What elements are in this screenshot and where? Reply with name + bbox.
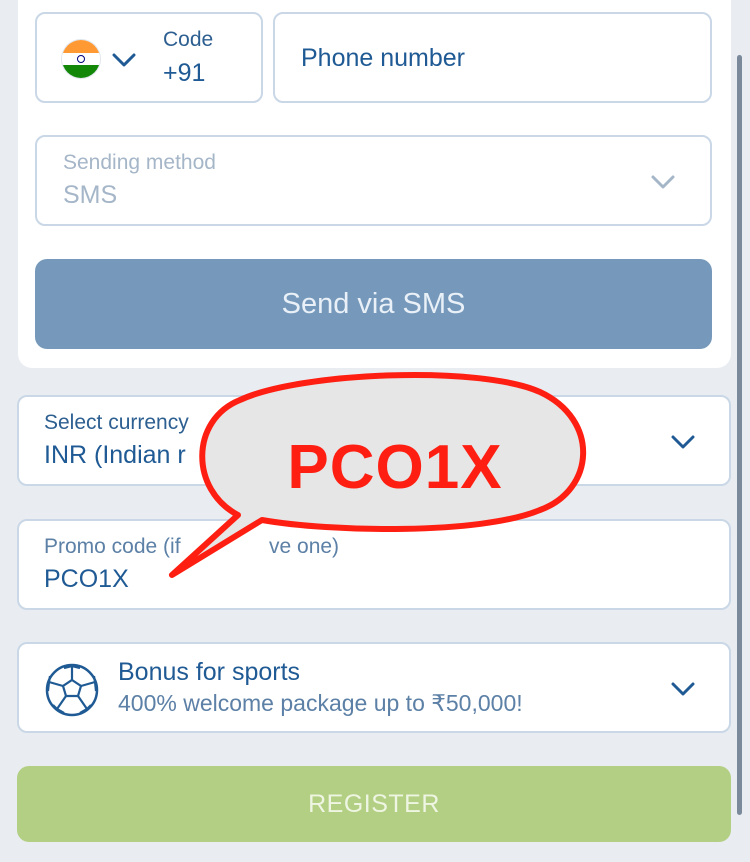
code-label: Code — [163, 28, 214, 51]
phone-number-placeholder: Phone number — [301, 44, 466, 72]
phone-number-input[interactable]: Phone number — [273, 12, 712, 103]
promo-code-input[interactable]: Promo code (if ve one) PCO1X — [17, 519, 731, 610]
bonus-selector[interactable]: Bonus for sports 400% welcome package up… — [17, 642, 731, 733]
promo-code-label: Promo code (if — [44, 535, 181, 558]
chevron-down-icon — [651, 175, 675, 189]
india-flag-icon — [62, 40, 100, 78]
chevron-down-icon — [671, 435, 695, 449]
country-code-selector[interactable]: Code +91 — [35, 12, 263, 103]
sending-method-label: Sending method — [63, 151, 216, 174]
bonus-title: Bonus for sports — [118, 658, 301, 686]
currency-label: Select currency — [44, 411, 189, 434]
chevron-down-icon — [112, 53, 136, 67]
register-button[interactable]: REGISTER — [17, 766, 731, 842]
sending-method-value: SMS — [63, 181, 118, 209]
bonus-subtitle: 400% welcome package up to ₹50,000! — [118, 690, 523, 716]
currency-value: INR (Indian r — [44, 441, 186, 469]
sending-method-select[interactable]: Sending method SMS — [35, 135, 712, 226]
promo-code-label-tail: ve one) — [269, 535, 340, 558]
callout-text: PCO1X — [287, 433, 503, 502]
scrollbar[interactable] — [737, 55, 742, 815]
code-value: +91 — [163, 59, 206, 87]
chevron-down-icon — [671, 682, 695, 696]
send-via-sms-button[interactable]: Send via SMS — [35, 259, 712, 349]
promo-code-value: PCO1X — [44, 565, 129, 593]
soccer-ball-icon — [45, 663, 99, 717]
